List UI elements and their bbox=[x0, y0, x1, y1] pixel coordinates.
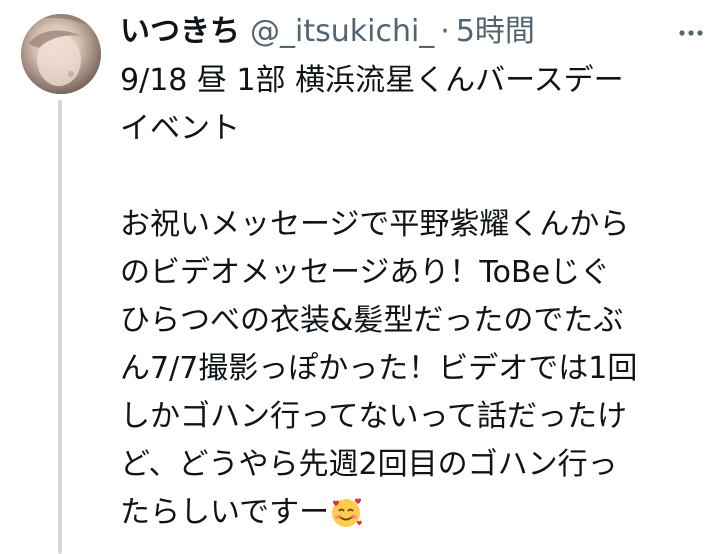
avatar-image bbox=[21, 14, 101, 94]
avatar[interactable] bbox=[21, 14, 101, 94]
tweet-text-line: ど、どうやら先週2回目のゴハン行っ bbox=[120, 447, 618, 482]
smiling-face-with-hearts-icon bbox=[329, 496, 363, 545]
tweet[interactable]: いつきち @_itsukichi_ · 5時間 9/18 昼 1部 横浜流星くん… bbox=[0, 0, 720, 554]
tweet-text-line: ひらつべの衣装&髪型だったのでたぶ bbox=[120, 303, 624, 338]
tweet-text-line: お祝いメッセージで平野紫耀くんから bbox=[120, 207, 630, 242]
tweet-text-line: ん7/7撮影っぽかった！ビデオでは1回 bbox=[120, 351, 638, 386]
more-dots-icon bbox=[679, 30, 703, 36]
tweet-text-line: しかゴハン行ってないって話だったけ bbox=[120, 399, 627, 434]
tweet-text-last-segment: たらしいですー bbox=[120, 495, 330, 530]
tweet-text-line: のビデオメッセージあり！ToBeじぐ bbox=[120, 255, 611, 290]
tweet-text-line: 9/18 昼 1部 横浜流星くんバースデー bbox=[120, 63, 624, 98]
display-name[interactable]: いつきち bbox=[120, 12, 240, 52]
timestamp[interactable]: 5時間 bbox=[456, 12, 535, 52]
user-handle[interactable]: @_itsukichi_ bbox=[250, 12, 434, 52]
tweet-text-line-last: たらしいですー bbox=[120, 489, 700, 545]
tweet-header: いつきち @_itsukichi_ · 5時間 bbox=[120, 12, 535, 52]
tweet-text-line-blank bbox=[120, 153, 700, 201]
thread-line bbox=[58, 100, 62, 554]
more-options-button[interactable] bbox=[676, 18, 706, 48]
separator-dot: · bbox=[440, 14, 450, 49]
tweet-text-line: イベント bbox=[120, 111, 240, 146]
tweet-text: 9/18 昼 1部 横浜流星くんバースデー イベントお祝いメッセージで平野紫耀くん… bbox=[120, 57, 700, 545]
